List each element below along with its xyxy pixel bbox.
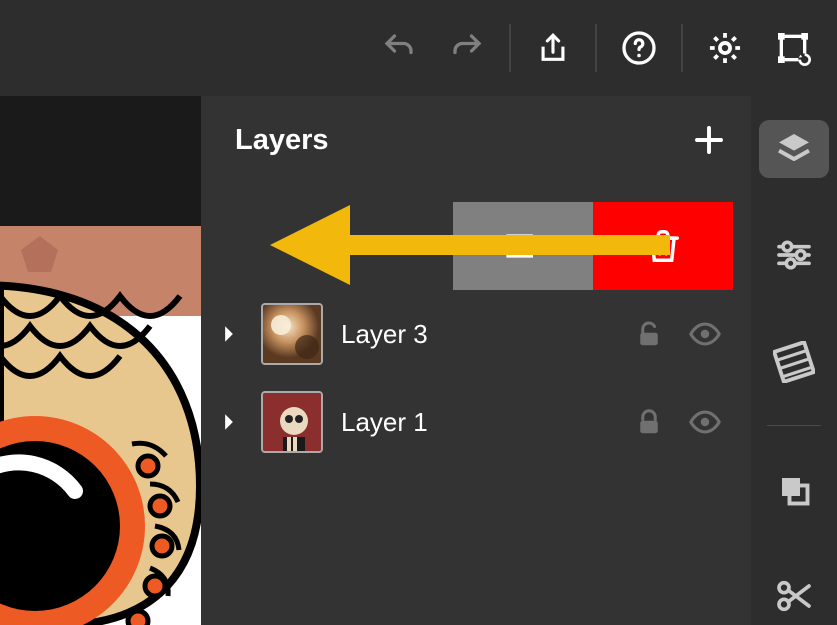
undo-button[interactable] [369,18,429,78]
toolbar-separator [509,24,511,72]
layers-tab[interactable] [759,120,829,178]
plus-icon [691,122,727,158]
lock-icon [634,407,664,437]
cut-tab[interactable] [759,567,829,625]
layer-row-swiped[interactable] [201,202,733,290]
help-icon [621,30,657,66]
layer-row[interactable]: Layer 1 [201,378,733,466]
layer-row[interactable]: Layer 3 [201,290,733,378]
canvas-artwork[interactable] [0,226,201,625]
redo-button[interactable] [437,18,497,78]
eye-icon [688,405,722,439]
eye-icon [688,317,722,351]
sidebar-separator [767,425,821,427]
disclosure-toggle[interactable] [219,325,239,343]
sliders-icon [774,235,814,275]
right-sidebar [751,96,837,625]
redo-icon [449,30,485,66]
transform-button[interactable] [763,18,823,78]
layers-panel: Layers [201,96,751,625]
crop-icon [776,472,812,508]
visibility-toggle[interactable] [677,405,733,439]
gear-icon [706,29,744,67]
scissors-icon [774,576,814,616]
rename-icon [503,226,543,266]
chevron-right-icon [222,325,236,343]
transform-icon [773,28,813,68]
lock-toggle[interactable] [621,319,677,349]
toolbar-separator [681,24,683,72]
layers-title: Layers [235,124,329,157]
disclosure-toggle[interactable] [219,413,239,431]
adjust-tab[interactable] [759,226,829,284]
visibility-toggle[interactable] [677,317,733,351]
layer-name: Layer 3 [341,319,621,350]
layer-thumbnail [261,303,323,365]
trash-icon [644,227,682,265]
share-button[interactable] [523,18,583,78]
layer-name: Layer 1 [341,407,621,438]
grid-tab[interactable] [759,333,829,391]
unlock-icon [634,319,664,349]
canvas-area [0,96,201,625]
chevron-right-icon [222,413,236,431]
rename-layer-button[interactable] [453,202,593,290]
layers-icon [774,129,814,169]
undo-icon [381,30,417,66]
canvas-size-tab[interactable] [759,460,829,518]
toolbar-separator [595,24,597,72]
lock-toggle[interactable] [621,407,677,437]
delete-layer-button[interactable] [593,202,733,290]
ruler-icon [773,341,815,383]
top-toolbar [0,0,837,96]
settings-button[interactable] [695,18,755,78]
share-icon [536,31,570,65]
help-button[interactable] [609,18,669,78]
layers-header: Layers [201,96,751,184]
layer-thumbnail [261,391,323,453]
add-layer-button[interactable] [687,118,731,162]
